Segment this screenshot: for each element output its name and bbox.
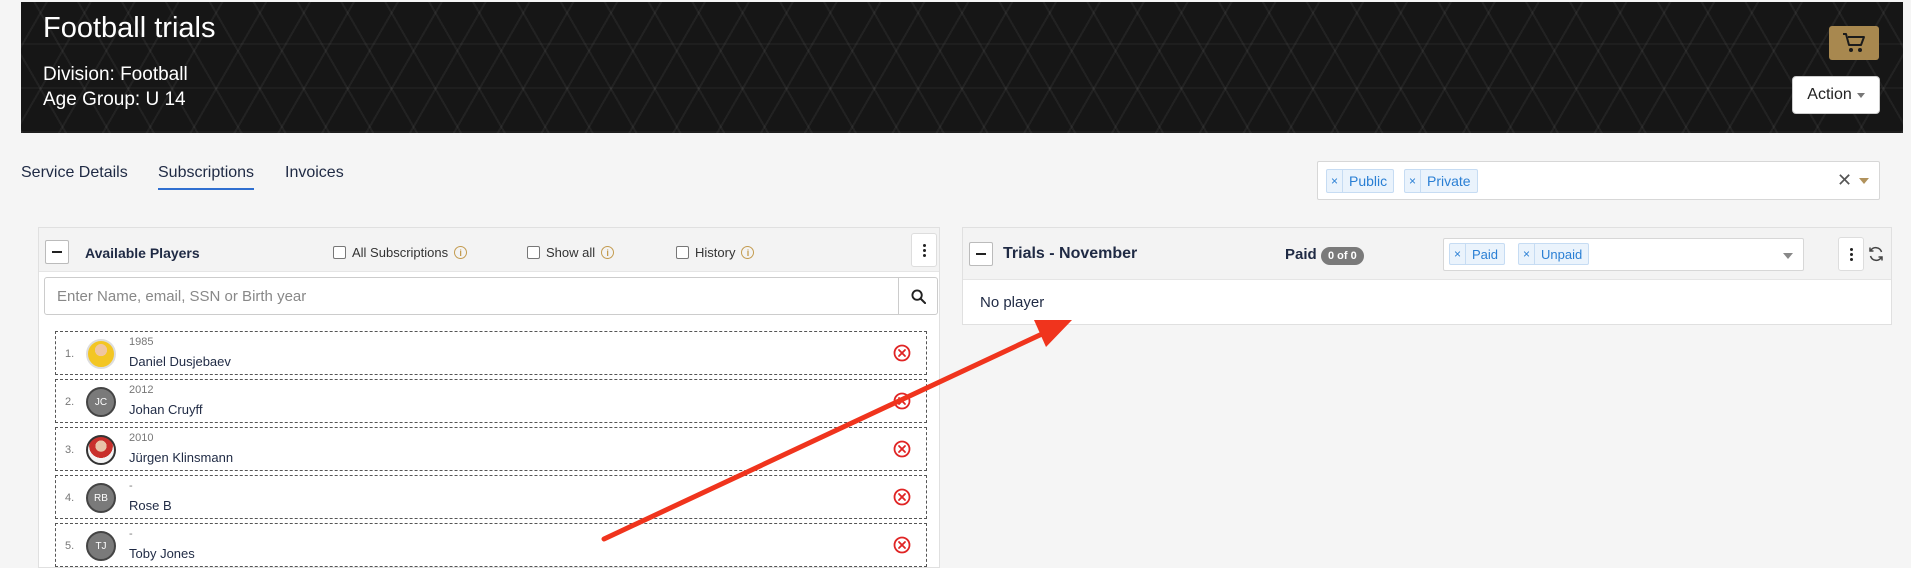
search-icon bbox=[910, 288, 926, 304]
row-number: 3. bbox=[65, 444, 75, 456]
search-button[interactable] bbox=[898, 277, 938, 315]
player-name: Johan Cruyff bbox=[129, 402, 203, 417]
remove-chip-public-icon[interactable]: × bbox=[1327, 170, 1343, 192]
avatar bbox=[86, 435, 116, 465]
show-all-label: Show all bbox=[546, 245, 596, 260]
all-subscriptions-checkbox[interactable] bbox=[333, 246, 346, 259]
chevron-down-icon[interactable] bbox=[1859, 178, 1869, 184]
player-name: Jürgen Klinsmann bbox=[129, 450, 234, 465]
remove-chip-paid-icon[interactable]: × bbox=[1450, 244, 1466, 264]
age-group-label: Age Group: U 14 bbox=[43, 89, 186, 110]
panel-title: Available Players bbox=[85, 245, 200, 261]
row-number: 2. bbox=[65, 396, 75, 408]
available-players-panel: Available Players All Subscriptions i Sh… bbox=[38, 227, 940, 568]
remove-circle-icon[interactable] bbox=[893, 536, 911, 554]
minus-icon bbox=[52, 251, 62, 253]
service-banner: Football trials Division: Football Age G… bbox=[21, 2, 1903, 133]
tab-service-details[interactable]: Service Details bbox=[21, 164, 128, 188]
avatar bbox=[86, 339, 116, 369]
player-search-input[interactable] bbox=[44, 277, 899, 315]
available-players-header: Available Players All Subscriptions i Sh… bbox=[39, 228, 939, 272]
tab-subscriptions[interactable]: Subscriptions bbox=[158, 164, 255, 190]
remove-circle-icon[interactable] bbox=[893, 344, 911, 362]
all-subscriptions-label: All Subscriptions bbox=[352, 245, 449, 260]
payment-status-filter[interactable]: × Paid × Unpaid bbox=[1443, 238, 1804, 271]
more-options-button[interactable] bbox=[911, 233, 937, 267]
collapse-button[interactable] bbox=[45, 240, 69, 264]
birth-year: - bbox=[129, 480, 133, 492]
chip-private-label: Private bbox=[1427, 173, 1471, 189]
empty-state-text: No player bbox=[980, 294, 1045, 311]
chip-private: × Private bbox=[1404, 169, 1478, 193]
info-icon[interactable]: i bbox=[454, 246, 468, 259]
info-icon[interactable]: i bbox=[741, 246, 755, 259]
action-button[interactable]: Action bbox=[1792, 76, 1880, 114]
visibility-filter[interactable]: × Public × Private ✕ bbox=[1317, 161, 1880, 200]
chip-paid-label: Paid bbox=[1472, 246, 1499, 262]
avatar: RB bbox=[86, 483, 116, 513]
birth-year: 2010 bbox=[129, 432, 154, 444]
action-button-label: Action bbox=[1807, 86, 1852, 103]
trials-title: Trials - November bbox=[1003, 245, 1138, 262]
chip-paid: × Paid bbox=[1449, 243, 1506, 265]
player-row[interactable]: 1. 1985 Daniel Dusjebaev bbox=[55, 331, 927, 375]
remove-circle-icon[interactable] bbox=[893, 488, 911, 506]
chevron-down-icon[interactable] bbox=[1783, 253, 1793, 259]
kebab-icon bbox=[922, 243, 926, 247]
remove-chip-unpaid-icon[interactable]: × bbox=[1519, 244, 1535, 264]
remove-chip-private-icon[interactable]: × bbox=[1405, 170, 1421, 192]
cart-button[interactable] bbox=[1829, 26, 1879, 60]
paid-label: Paid bbox=[1285, 246, 1317, 263]
player-name: Rose B bbox=[129, 498, 172, 513]
chip-unpaid-label: Unpaid bbox=[1541, 246, 1583, 262]
remove-circle-icon[interactable] bbox=[893, 392, 911, 410]
row-number: 1. bbox=[65, 348, 75, 360]
row-number: 4. bbox=[65, 492, 75, 504]
chevron-down-icon bbox=[1856, 92, 1865, 98]
kebab-icon bbox=[1849, 247, 1853, 251]
player-row[interactable]: 3. 2010 Jürgen Klinsmann bbox=[55, 427, 927, 471]
history-label: History bbox=[695, 245, 736, 260]
chip-public: × Public bbox=[1326, 169, 1395, 193]
cart-icon bbox=[1843, 33, 1865, 52]
chip-public-label: Public bbox=[1349, 173, 1388, 189]
trials-header: Trials - November Paid 0 of 0 × Paid × U… bbox=[963, 228, 1891, 280]
refresh-icon[interactable] bbox=[1868, 246, 1884, 262]
player-name: Toby Jones bbox=[129, 546, 195, 561]
clear-filter-icon[interactable]: ✕ bbox=[1837, 170, 1852, 191]
player-row[interactable]: 2. JC 2012 Johan Cruyff bbox=[55, 379, 927, 423]
tab-invoices[interactable]: Invoices bbox=[285, 164, 344, 188]
trials-panel: Trials - November Paid 0 of 0 × Paid × U… bbox=[962, 227, 1892, 325]
collapse-button[interactable] bbox=[969, 242, 993, 266]
page-title: Football trials bbox=[43, 12, 216, 44]
birth-year: 2012 bbox=[129, 384, 154, 396]
player-row[interactable]: 5. TJ - Toby Jones bbox=[55, 523, 927, 567]
division-label: Division: Football bbox=[43, 64, 188, 85]
all-subscriptions-option: All Subscriptions i bbox=[333, 245, 468, 260]
chip-unpaid: × Unpaid bbox=[1518, 243, 1590, 265]
history-checkbox[interactable] bbox=[676, 246, 689, 259]
birth-year: 1985 bbox=[129, 336, 154, 348]
history-option: History i bbox=[676, 245, 755, 260]
minus-icon bbox=[976, 253, 986, 255]
birth-year: - bbox=[129, 528, 133, 540]
paid-count-badge: 0 of 0 bbox=[1321, 247, 1364, 265]
more-options-button[interactable] bbox=[1838, 237, 1864, 271]
avatar: JC bbox=[86, 387, 116, 417]
show-all-checkbox[interactable] bbox=[527, 246, 540, 259]
row-number: 5. bbox=[65, 540, 75, 552]
player-name: Daniel Dusjebaev bbox=[129, 354, 231, 369]
avatar: TJ bbox=[86, 531, 116, 561]
info-icon[interactable]: i bbox=[601, 246, 615, 259]
player-row[interactable]: 4. RB - Rose B bbox=[55, 475, 927, 519]
show-all-option: Show all i bbox=[527, 245, 615, 260]
remove-circle-icon[interactable] bbox=[893, 440, 911, 458]
